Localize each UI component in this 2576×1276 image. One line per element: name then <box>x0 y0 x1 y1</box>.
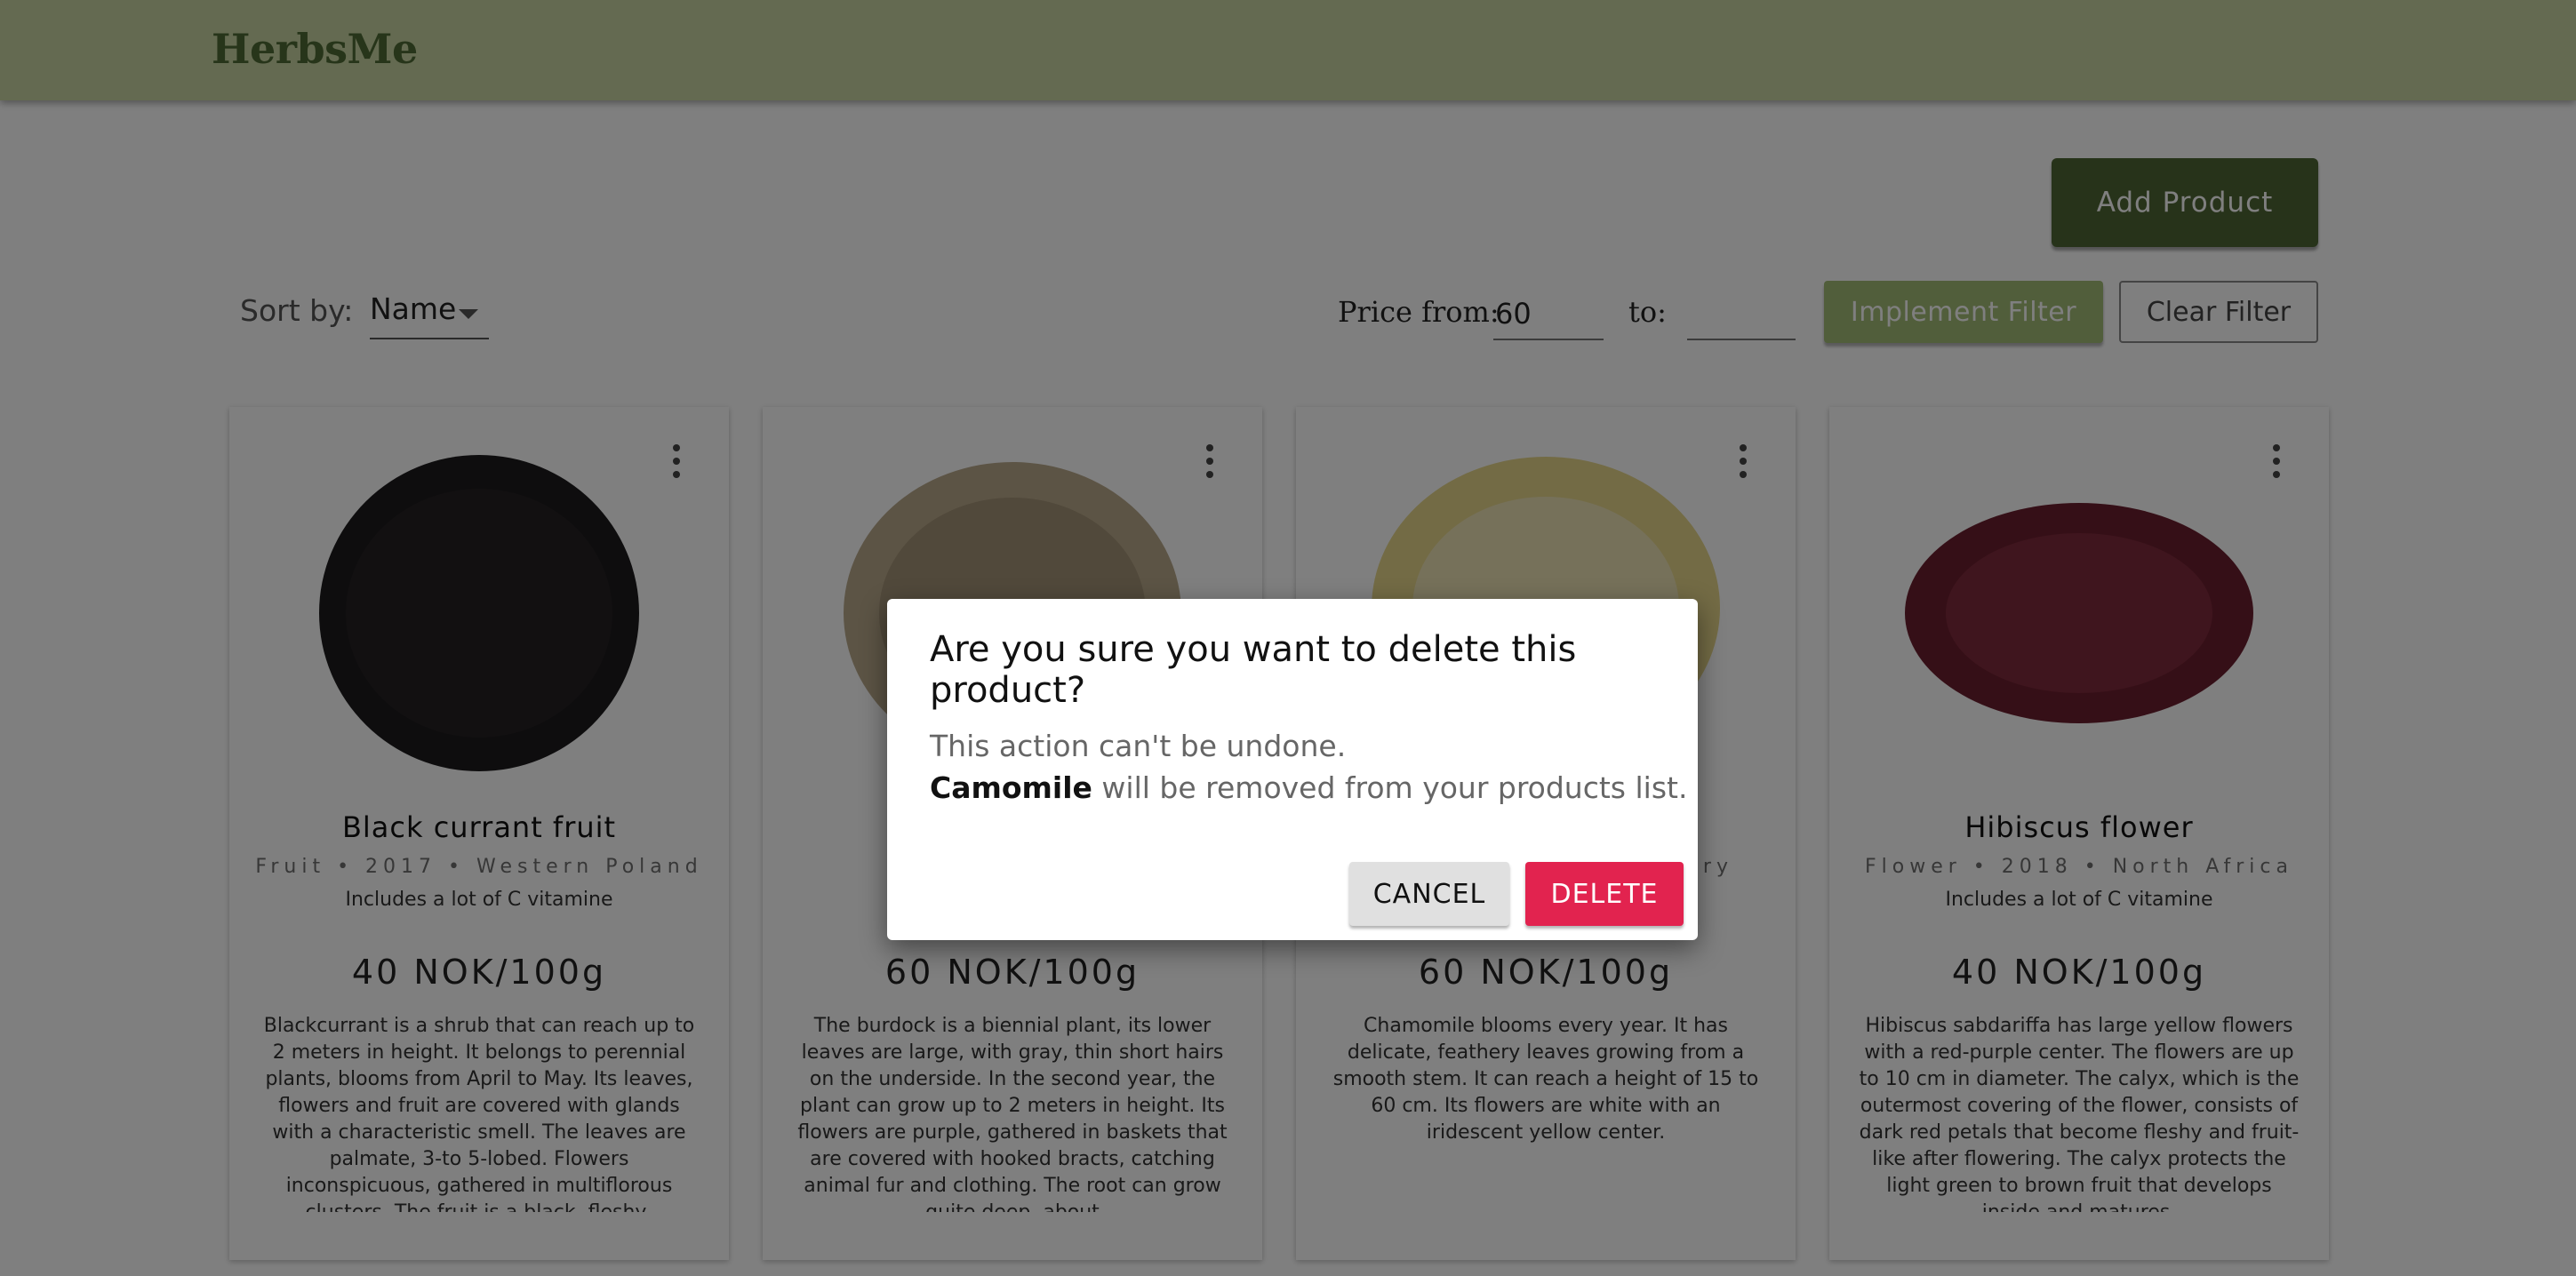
dialog-message: Camomile will be removed from your produ… <box>930 770 1687 805</box>
delete-confirmation-dialog: Are you sure you want to delete this pro… <box>887 599 1698 940</box>
delete-button[interactable]: DELETE <box>1525 862 1684 926</box>
dialog-warning-text: This action can't be undone. <box>930 729 1347 763</box>
cancel-button[interactable]: CANCEL <box>1349 862 1509 926</box>
dialog-title: Are you sure you want to delete this pro… <box>930 629 1577 711</box>
dialog-message-rest: will be removed from your products list. <box>1092 770 1688 805</box>
product-name-emphasis: Camomile <box>930 770 1092 805</box>
